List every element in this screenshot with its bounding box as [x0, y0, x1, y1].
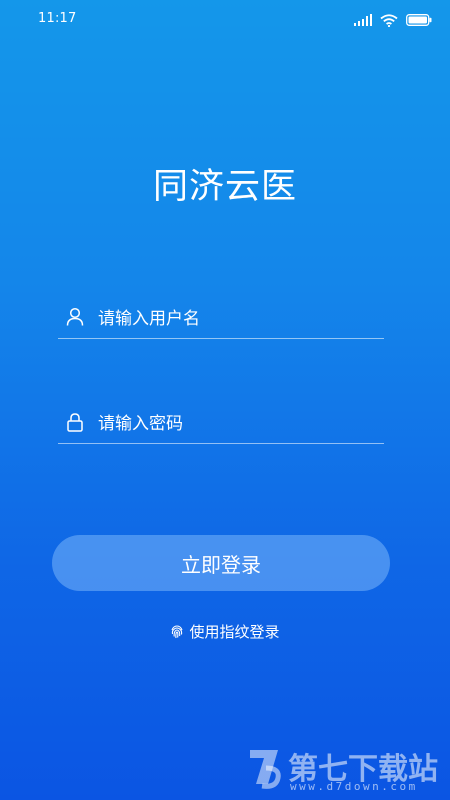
- password-field[interactable]: 请输入密码: [58, 403, 384, 444]
- login-screen: 11:17 同济云医 请输入用户名 请输入密码 立即登录 使用指纹登录 第七下载…: [0, 0, 450, 800]
- fingerprint-icon: [171, 624, 183, 638]
- login-button[interactable]: 立即登录: [52, 535, 390, 591]
- status-time: 11:17: [38, 11, 77, 26]
- password-placeholder: 请输入密码: [98, 414, 183, 434]
- username-placeholder: 请输入用户名: [98, 309, 200, 329]
- signal-icon: [354, 14, 372, 26]
- lock-icon: [67, 413, 83, 432]
- app-title: 同济云医: [152, 167, 297, 207]
- status-icons: [354, 12, 432, 28]
- fingerprint-login-label: 使用指纹登录: [189, 623, 280, 641]
- watermark-logo-icon: [250, 750, 281, 789]
- fingerprint-login-link[interactable]: 使用指纹登录: [0, 621, 450, 642]
- watermark: 第七下载站 www.d7down.com: [246, 744, 442, 794]
- user-icon: [66, 307, 84, 326]
- username-field[interactable]: 请输入用户名: [58, 298, 384, 339]
- watermark-url: www.d7down.com: [290, 780, 418, 793]
- battery-icon: [406, 14, 432, 26]
- status-bar: 11:17: [0, 0, 450, 40]
- wifi-icon: [380, 13, 398, 27]
